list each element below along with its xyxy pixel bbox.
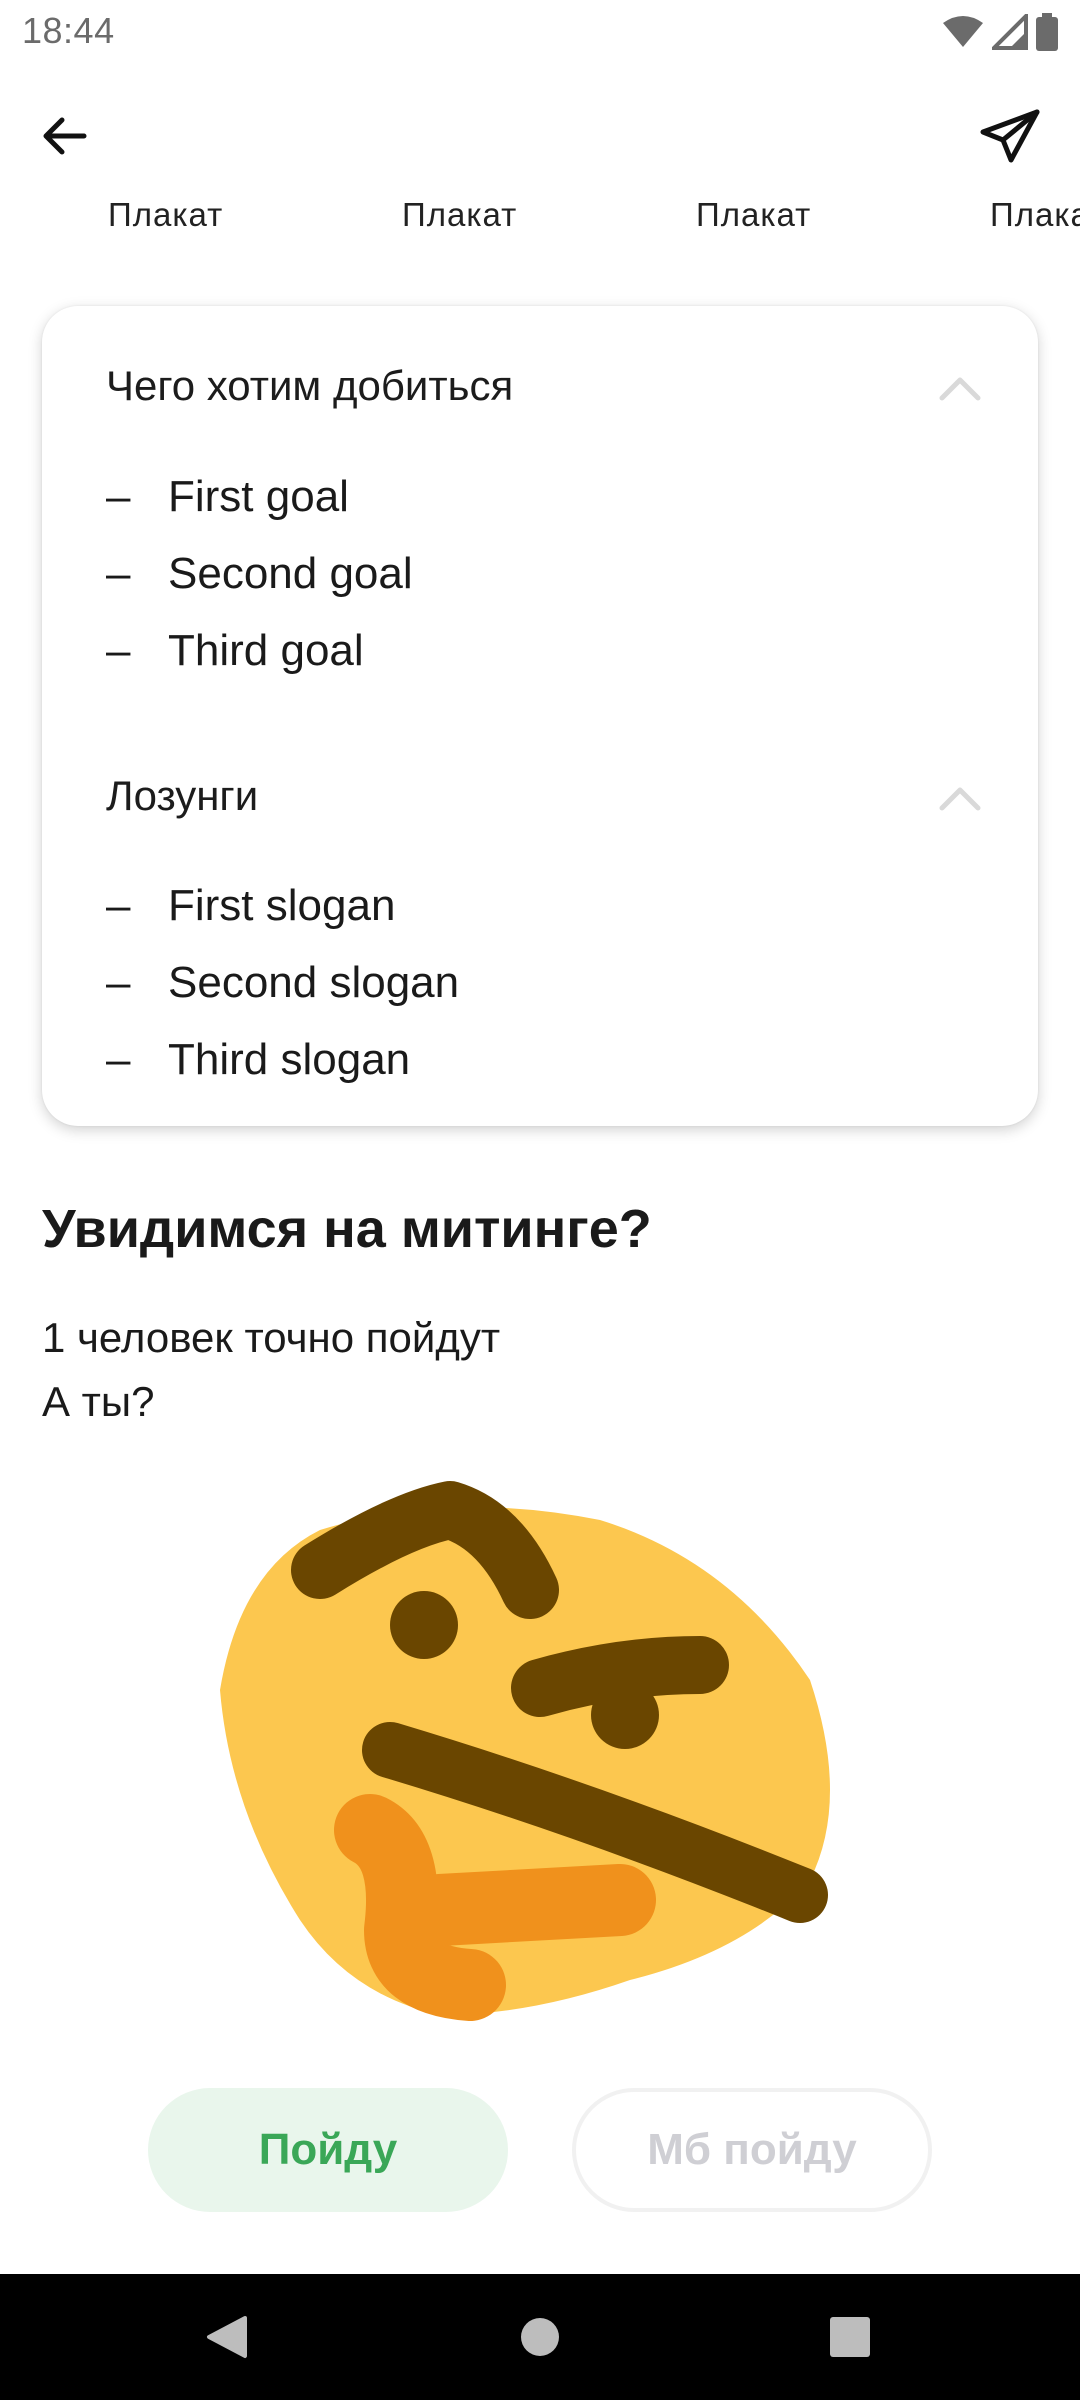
rally-title: Увидимся на митинге? (42, 1199, 652, 1259)
bullet-dash: – (106, 1034, 131, 1084)
nav-recents-icon (830, 2317, 870, 2357)
list-item: – First slogan (106, 867, 459, 944)
nav-back-button[interactable] (166, 2274, 286, 2400)
system-nav-bar (0, 2274, 1080, 2400)
slogan-text: Third slogan (168, 1034, 411, 1084)
status-bar: 18:44 (0, 0, 1080, 66)
poster-tab-1[interactable]: Плакат (108, 196, 223, 234)
rally-count-text: 1 человек точно пойдут (42, 1314, 501, 1361)
bullet-dash: – (106, 471, 131, 521)
bullet-dash: – (106, 625, 131, 675)
chevron-up-icon[interactable] (938, 372, 982, 402)
paper-plane-icon (980, 109, 1040, 163)
nav-back-icon (207, 2316, 247, 2358)
screen: 18:44 Плакат Плакат Плакат Плака Чего хо… (0, 0, 1080, 2400)
thinking-face-emoji (220, 1481, 830, 2021)
back-button[interactable] (30, 96, 98, 176)
go-button[interactable]: Пойду (148, 2088, 508, 2212)
goals-title[interactable]: Чего хотим добиться (106, 362, 513, 410)
status-time: 18:44 (22, 10, 115, 51)
poster-tabs: Плакат Плакат Плакат Плакат (0, 196, 1080, 246)
goal-text: First goal (168, 471, 349, 521)
list-item: – Third goal (106, 612, 413, 689)
slogans-list: – First slogan – Second slogan – Third slog… (106, 867, 459, 1098)
list-item: – First goal (106, 458, 413, 535)
list-item: – Second slogan (106, 944, 459, 1021)
slogans-title[interactable]: Лозунги (106, 772, 258, 820)
bullet-dash: – (106, 548, 131, 598)
chevron-up-icon[interactable] (938, 782, 982, 812)
maybe-button[interactable]: Мб пойду (572, 2088, 932, 2212)
poster-tab-2[interactable]: Плакат (402, 196, 517, 234)
wifi-icon (943, 16, 983, 47)
bullet-dash: – (106, 957, 131, 1007)
slogan-text: Second slogan (168, 957, 460, 1007)
goal-text: Second goal (168, 548, 413, 598)
nav-recents-button[interactable] (790, 2274, 910, 2400)
poster-tab-3[interactable]: Плакат (696, 196, 811, 234)
slogan-text: First slogan (168, 880, 396, 930)
goals-list: – First goal – Second goal – Third goal (106, 458, 413, 689)
emoji-eye-right (591, 1681, 659, 1749)
share-button[interactable] (970, 96, 1050, 176)
list-item: – Third slogan (106, 1021, 459, 1098)
nav-home-button[interactable] (480, 2274, 600, 2400)
nav-home-icon (521, 2318, 559, 2356)
status-icons (942, 12, 1058, 52)
app-bar (0, 96, 1080, 176)
rally-question-text: А ты? (42, 1378, 155, 1425)
emoji-eye-left (390, 1591, 458, 1659)
arrow-left-icon (43, 117, 87, 155)
list-item: – Second goal (106, 535, 413, 612)
goal-text: Third goal (168, 625, 364, 675)
battery-icon (1036, 13, 1058, 51)
poster-tab-4[interactable]: Плакат (990, 196, 1080, 234)
bullet-dash: – (106, 880, 131, 930)
info-card: Чего хотим добиться – First goal – Second … (42, 306, 1038, 1126)
signal-icon (992, 14, 1028, 50)
